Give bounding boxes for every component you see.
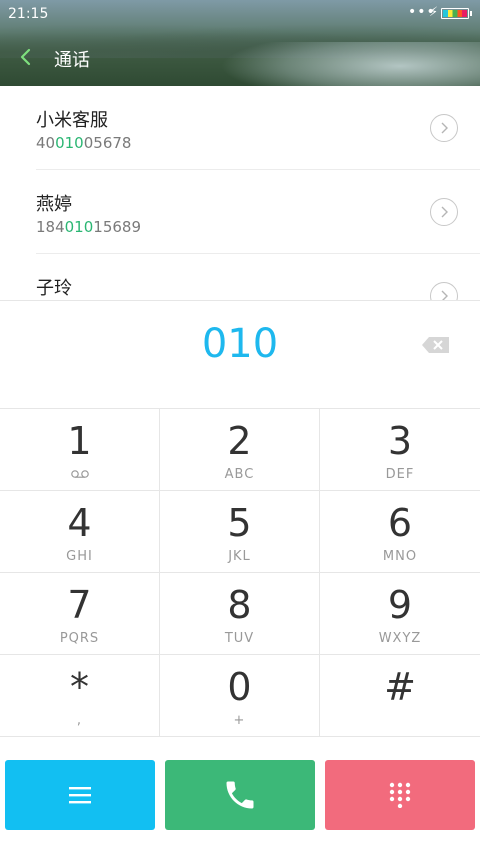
dialpad-icon xyxy=(389,782,411,808)
key-7[interactable]: 7 PQRS xyxy=(0,573,160,655)
header-background-mist xyxy=(220,42,480,86)
battery-icon xyxy=(441,8,472,19)
key-1[interactable]: 1 xyxy=(0,409,160,491)
contact-name: 燕婷 xyxy=(36,194,72,215)
number-match-highlight: 010 xyxy=(64,218,94,236)
key-6[interactable]: 6 MNO xyxy=(320,491,480,573)
header: 21:15 ••• ⚡ 通话 xyxy=(0,0,480,86)
action-bar xyxy=(0,738,480,853)
contact-name: 小米客服 xyxy=(36,110,108,131)
status-bar: 21:15 ••• ⚡ xyxy=(0,0,480,30)
key-4[interactable]: 4 GHI xyxy=(0,491,160,573)
key-9[interactable]: 9 WXYZ xyxy=(320,573,480,655)
backspace-icon xyxy=(422,337,449,353)
key-5[interactable]: 5 JKL xyxy=(160,491,320,573)
back-button[interactable] xyxy=(14,44,40,70)
status-time: 21:15 xyxy=(8,6,49,22)
chevron-right-icon xyxy=(441,290,448,300)
contact-name: 子玲 xyxy=(36,278,72,299)
contact-detail-button[interactable] xyxy=(430,114,458,142)
key-3[interactable]: 3 DEF xyxy=(320,409,480,491)
contact-number: 4001005678 xyxy=(36,134,132,152)
number-match-highlight: 010 xyxy=(55,134,84,152)
chevron-right-icon xyxy=(441,122,448,134)
contact-row[interactable]: 小米客服 4001005678 xyxy=(0,86,480,170)
dialed-number-display: 010 xyxy=(0,300,480,409)
chevron-left-icon xyxy=(20,48,31,66)
key-2[interactable]: 2 ABC xyxy=(160,409,320,491)
menu-icon xyxy=(69,787,91,804)
contact-number: 18401015689 xyxy=(36,218,141,236)
phone-icon xyxy=(226,781,254,809)
key-0[interactable]: 0 + xyxy=(160,655,320,737)
menu-button[interactable] xyxy=(5,760,155,830)
contact-row[interactable]: 子玲 xyxy=(0,254,480,300)
key-8[interactable]: 8 TUV xyxy=(160,573,320,655)
dialed-number: 010 xyxy=(201,321,279,367)
voicemail-icon xyxy=(71,470,89,478)
key-hash[interactable]: # xyxy=(320,655,480,737)
page-title: 通话 xyxy=(54,50,90,71)
chevron-right-icon xyxy=(441,206,448,218)
contact-detail-button[interactable] xyxy=(430,282,458,300)
key-star[interactable]: * , xyxy=(0,655,160,737)
contact-match-list: 小米客服 4001005678 燕婷 18401015689 子玲 xyxy=(0,86,480,300)
contact-detail-button[interactable] xyxy=(430,198,458,226)
contact-row[interactable]: 燕婷 18401015689 xyxy=(0,170,480,254)
backspace-button[interactable] xyxy=(421,335,451,355)
charging-icon: ⚡ xyxy=(429,5,439,20)
call-button[interactable] xyxy=(165,760,315,830)
dialpad-toggle-button[interactable] xyxy=(325,760,475,830)
dial-keypad: 1 2 ABC 3 DEF 4 GHI 5 JKL 6 MNO 7 PQRS 8… xyxy=(0,408,480,739)
